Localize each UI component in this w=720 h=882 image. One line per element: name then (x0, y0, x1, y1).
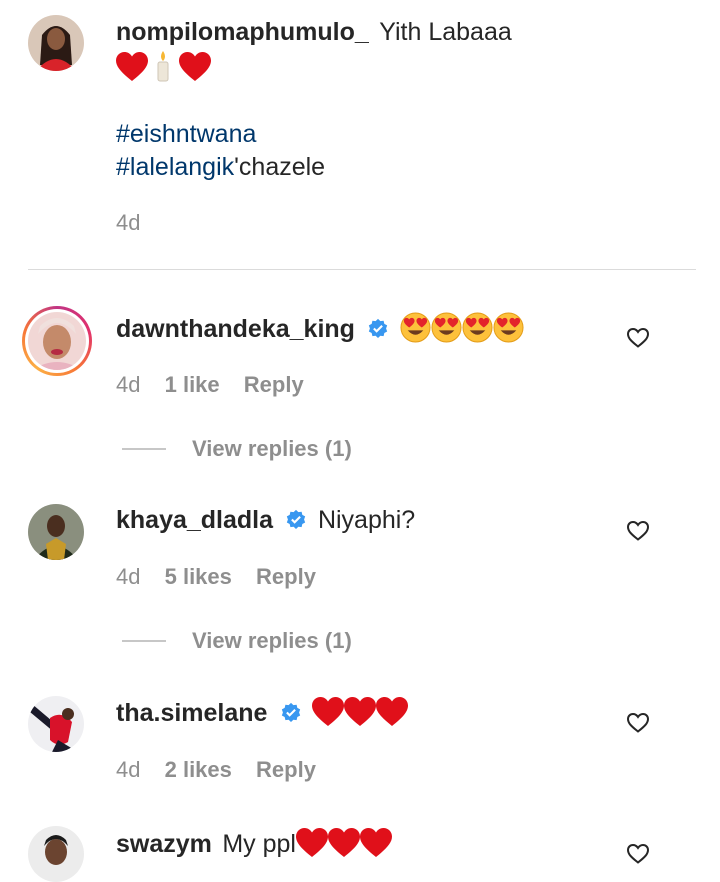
heart-eyes-emoji (400, 312, 431, 343)
avatar-tha-simelane[interactable] (28, 696, 84, 752)
heart-outline-icon[interactable] (626, 711, 650, 735)
red-heart-emoji (312, 697, 345, 726)
emoji-line (116, 50, 211, 84)
comment-timestamp: 4d (116, 757, 141, 782)
hashtag-link[interactable]: #eishntwana (116, 120, 256, 148)
heart-outline-icon[interactable] (626, 519, 650, 543)
heart-eyes-emoji (462, 312, 493, 343)
reply-button[interactable]: Reply (256, 757, 316, 782)
red-heart-emoji (295, 828, 328, 857)
comment-text: Yith Labaaa (379, 18, 512, 46)
comment-text: 'chazele (234, 153, 326, 181)
comment-text: Niyaphi? (317, 506, 416, 534)
divider (122, 448, 166, 450)
view-replies-button[interactable]: View replies (1) (122, 628, 352, 654)
likes-count[interactable]: 5 likes (165, 564, 232, 589)
reply-button[interactable]: Reply (244, 372, 304, 397)
comment-username[interactable]: khaya_dladla (116, 506, 273, 534)
comment-timestamp: 4d (116, 564, 141, 589)
emoji-group (400, 312, 524, 343)
hashtag-link[interactable]: #lalelangik (116, 153, 234, 181)
avatar-khaya-dladla[interactable] (28, 504, 84, 560)
red-heart-emoji (178, 52, 211, 81)
heart-outline-icon[interactable] (626, 326, 650, 350)
red-heart-emoji (344, 697, 377, 726)
red-heart-emoji (359, 828, 392, 857)
view-replies-button[interactable]: View replies (1) (122, 436, 352, 462)
candle-emoji (157, 51, 169, 82)
red-heart-emoji (116, 52, 148, 81)
verified-badge-icon (281, 702, 301, 722)
divider (28, 269, 696, 270)
avatar-nompilomaphumulo[interactable] (28, 15, 84, 71)
comment-username[interactable]: tha.simelane (116, 699, 267, 727)
comment-username[interactable]: dawnthandeka_king (116, 315, 355, 343)
reply-button[interactable]: Reply (256, 564, 316, 589)
comment-username[interactable]: swazym (116, 830, 212, 858)
red-heart-emoji (376, 697, 409, 726)
comment-text: My ppl (222, 830, 296, 858)
divider (122, 640, 166, 642)
red-heart-emoji (327, 828, 360, 857)
likes-count[interactable]: 1 like (165, 372, 220, 397)
avatar-dawnthandeka-king[interactable] (22, 306, 92, 376)
comment-timestamp: 4d (116, 372, 141, 397)
comment-username[interactable]: nompilomaphumulo_ (116, 18, 369, 46)
verified-badge-icon (287, 509, 306, 529)
verified-badge-icon (369, 318, 388, 338)
likes-count[interactable]: 2 likes (165, 757, 232, 782)
emoji-group (312, 697, 409, 726)
heart-eyes-emoji (493, 312, 524, 343)
avatar-swazym[interactable] (28, 826, 84, 882)
heart-eyes-emoji (431, 312, 462, 343)
comment-timestamp: 4d (116, 210, 141, 235)
view-replies-label: View replies (1) (192, 628, 352, 653)
view-replies-label: View replies (1) (192, 436, 352, 461)
emoji-group (295, 828, 392, 857)
heart-outline-icon[interactable] (626, 842, 650, 866)
